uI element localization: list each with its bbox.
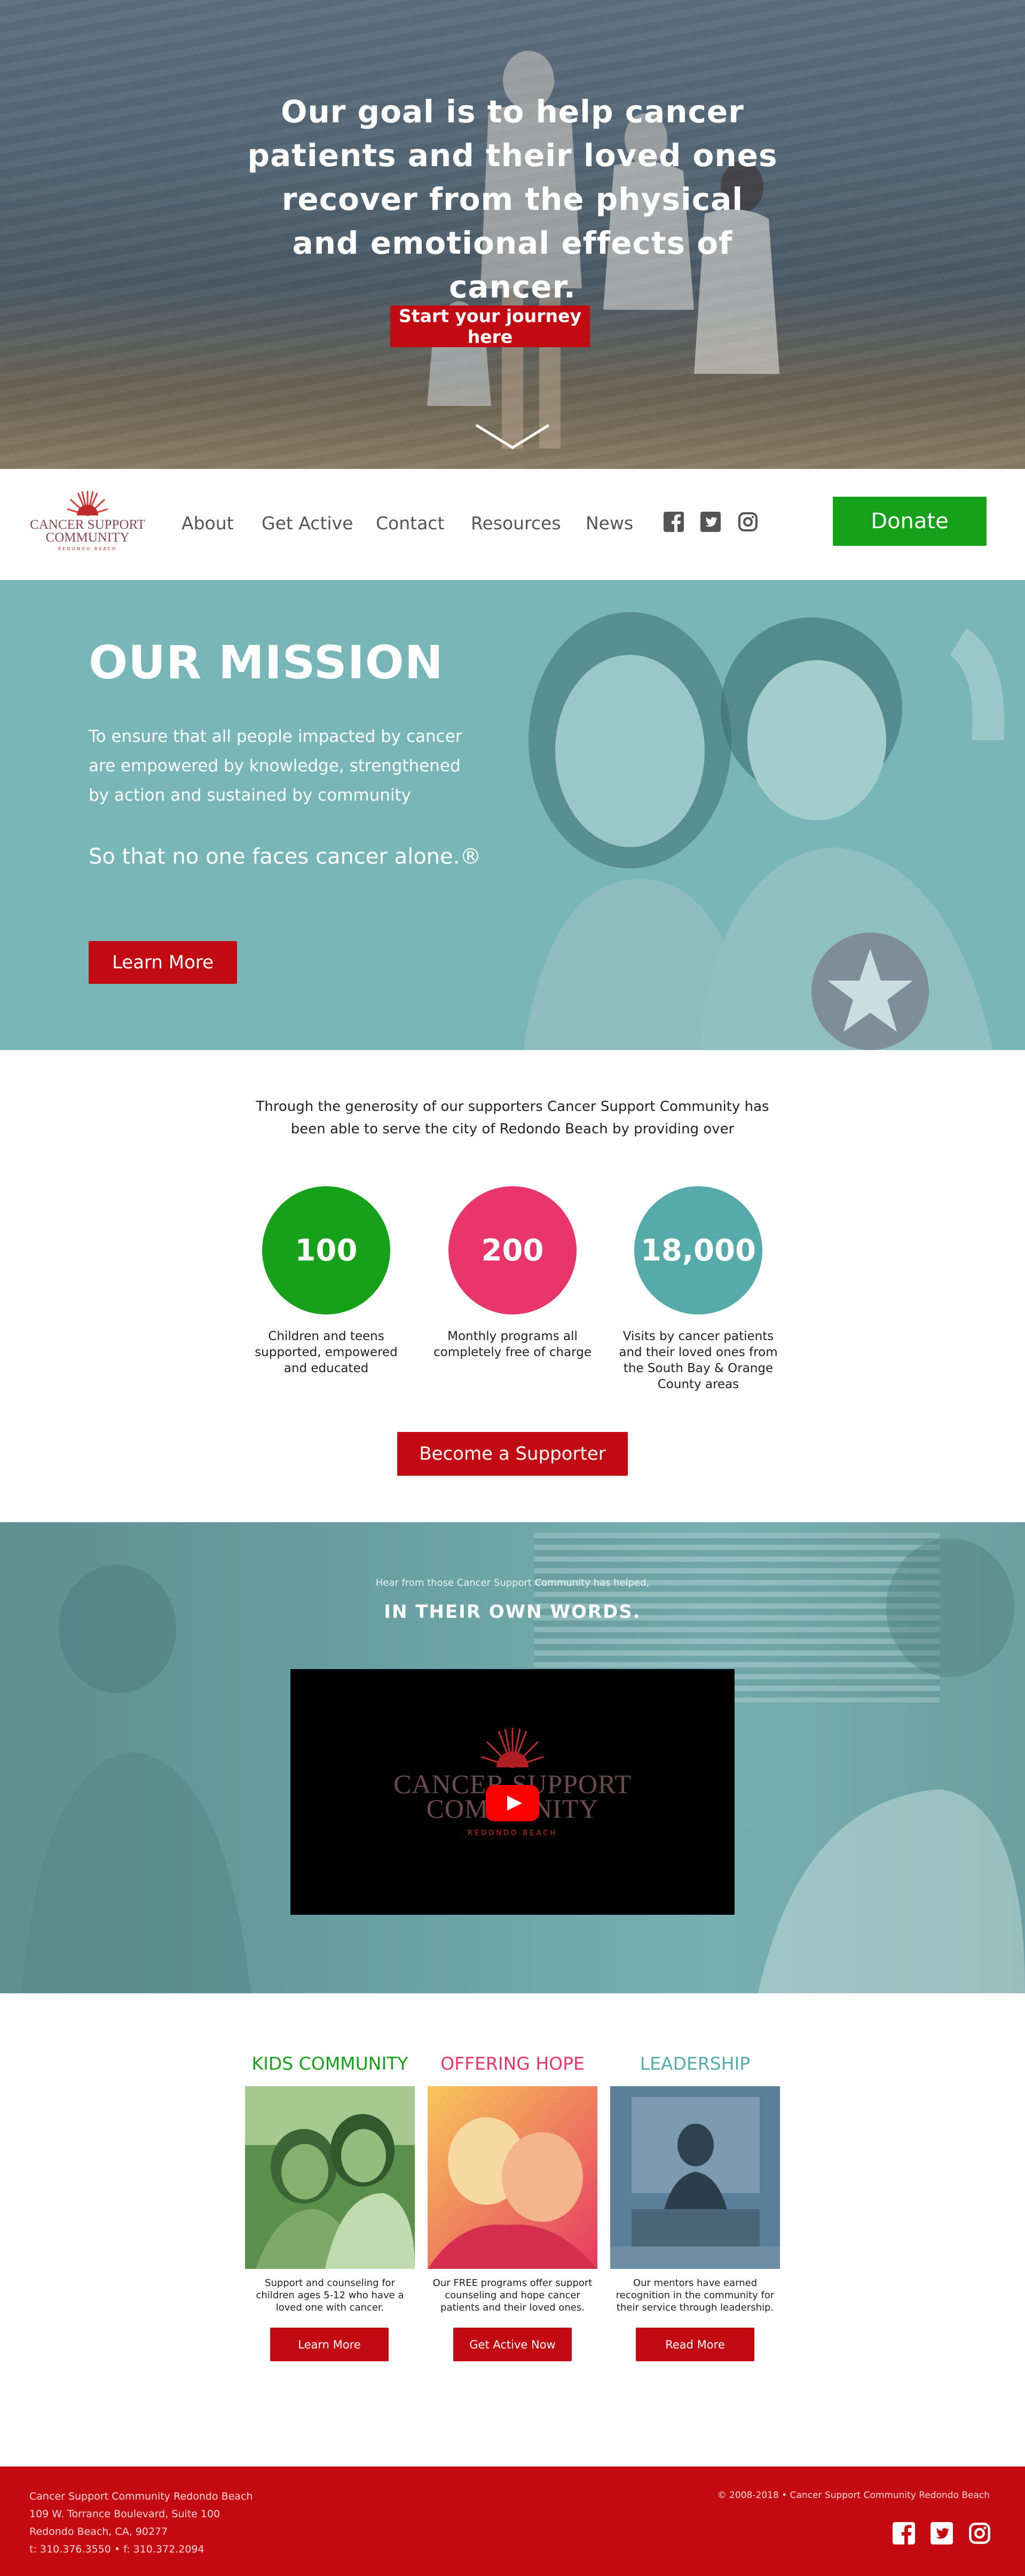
stat-circle-visits: 18,000 [634,1186,762,1314]
card-image-leadership [610,2086,780,2269]
nav-link-news[interactable]: News [586,513,633,534]
start-journey-button[interactable]: Start your journey here [390,306,590,347]
stat-value: 18,000 [640,1233,756,1268]
stat-caption: Children and teens supported, empowered … [255,1329,398,1375]
stats-intro: Through the generosity of our supporters… [256,1099,769,1137]
chevron-down-icon[interactable] [474,423,551,451]
site-logo[interactable]: CANCER SUPPORT COMMUNITY REDONDO BEACH [23,489,152,554]
footer-phone[interactable]: t: 310.376.3550 • f: 310.372.2094 [29,2541,253,2558]
footer-facebook-icon[interactable] [893,2522,915,2544]
facebook-icon[interactable] [664,512,684,532]
player-logo-line-3: REDONDO BEACH [467,1829,558,1837]
card-text-kids: Support and counseling for children ages… [256,2277,404,2313]
card-image-hope [428,2086,597,2269]
mission-photo [523,612,1005,1050]
testimonial-video-section: Hear from those Cancer Support Community… [0,1522,1025,1993]
footer-copyright: © 2008-2018 • Cancer Support Community R… [717,2490,990,2501]
instagram-icon[interactable] [738,512,758,532]
sunburst-logo-icon [67,491,108,516]
logo-line-3: REDONDO BEACH [58,546,117,551]
video-player[interactable]: CANCER SUPPORT COMMUNITY REDONDO BEACH [290,1669,735,1915]
stat-circle-programs: 200 [448,1186,577,1314]
mission-tagline: So that no one faces cancer alone.® [89,844,482,869]
donate-button[interactable]: Donate [833,497,987,546]
card-image-kids [245,2086,415,2269]
card-button-kids[interactable]: Learn More [270,2328,389,2361]
stat-value: 100 [295,1233,358,1268]
mission-learn-more-button[interactable]: Learn More [89,941,237,984]
card-text-hope: Our FREE programs offer support counseli… [432,2277,593,2313]
stat-caption: Visits by cancer patients and their love… [619,1329,778,1391]
video-title: IN THEIR OWN WORDS. [384,1601,641,1623]
stat-value: 200 [481,1233,544,1268]
footer-address-line-2: Redondo Beach, CA, 90277 [29,2526,168,2538]
card-title-kids: KIDS COMMUNITY [251,2053,408,2074]
card-title-leadership: LEADERSHIP [640,2053,751,2074]
card-text-leadership: Our mentors have earned recognition in t… [616,2277,775,2313]
mission-title: OUR MISSION [89,636,444,690]
footer-address-line-1: 109 W. Torrance Boulevard, Suite 100 [29,2508,220,2520]
stat-circle-children: 100 [262,1186,390,1314]
hero-section: Our goal is to help cancer patients and … [0,0,1025,469]
card-title-hope: OFFERING HOPE [440,2053,585,2074]
mission-body: To ensure that all people impacted by ca… [89,727,462,805]
video-lead-text: Hear from those Cancer Support Community… [375,1577,650,1588]
nav-link-contact[interactable]: Contact [376,513,444,534]
footer-org-name: Cancer Support Community Redondo Beach [29,2491,253,2502]
mission-section: OUR MISSION To ensure that all people im… [0,580,1025,1050]
card-button-leadership[interactable]: Read More [636,2328,754,2361]
nav-link-get-active[interactable]: Get Active [262,513,353,534]
nav-link-about[interactable]: About [182,513,234,534]
become-supporter-button[interactable]: Become a Supporter [397,1432,628,1476]
footer-instagram-icon[interactable] [968,2522,991,2544]
player-sunburst-icon [481,1728,544,1768]
play-button-icon[interactable] [486,1785,539,1821]
card-button-hope[interactable]: Get Active Now [453,2328,572,2361]
logo-line-2: COMMUNITY [45,530,130,545]
twitter-icon[interactable] [700,512,721,532]
footer-twitter-icon[interactable] [931,2522,953,2544]
nav-link-resources[interactable]: Resources [471,513,561,534]
stat-caption: Monthly programs all completely free of … [433,1329,592,1359]
footer-address: Cancer Support Community Redondo Beach 1… [29,2488,253,2558]
hero-title: Our goal is to help cancer patients and … [247,93,778,305]
site-footer: Cancer Support Community Redondo Beach 1… [0,2467,1025,2576]
